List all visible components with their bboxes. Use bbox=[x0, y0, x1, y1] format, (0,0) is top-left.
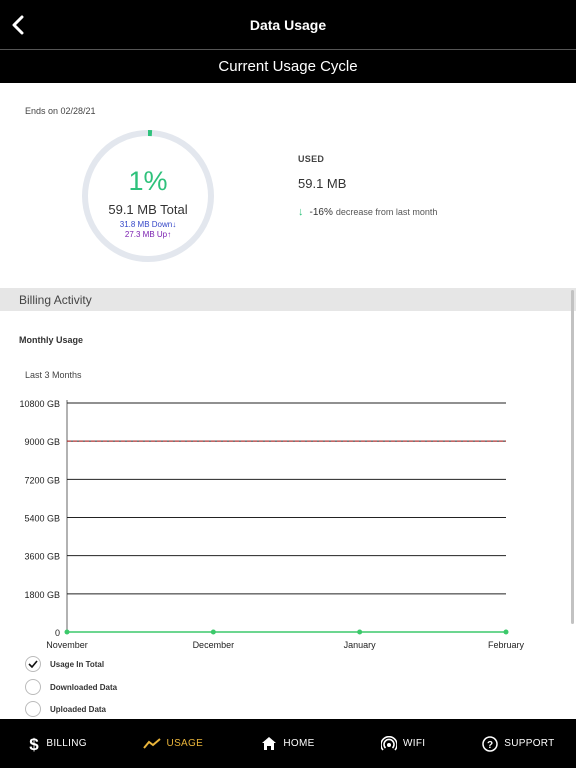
legend-label: Downloaded Data bbox=[50, 682, 118, 692]
y-tick-label: 9000 GB bbox=[24, 437, 60, 447]
arrow-down-icon: ↓ bbox=[298, 206, 304, 218]
legend-label: Uploaded Data bbox=[50, 704, 107, 714]
chevron-left-icon bbox=[12, 15, 24, 35]
svg-text:?: ? bbox=[487, 740, 493, 751]
y-tick-label: 1800 GB bbox=[24, 590, 60, 600]
tab-support[interactable]: ? SUPPORT bbox=[461, 719, 576, 768]
x-tick-label: November bbox=[46, 640, 88, 650]
tab-label: USAGE bbox=[166, 738, 204, 749]
used-value: 59.1 MB bbox=[298, 176, 347, 191]
legend-downloaded-data[interactable]: Downloaded Data bbox=[25, 679, 117, 695]
used-label: USED bbox=[298, 154, 325, 164]
tab-usage[interactable]: USAGE bbox=[115, 719, 230, 768]
download-amount: 31.8 MB Down↓ bbox=[80, 220, 216, 229]
data-point bbox=[210, 629, 216, 635]
usage-change: ↓ -16% decrease from last month bbox=[298, 206, 437, 218]
usage-ring-text: 1% 59.1 MB Total 31.8 MB Down↓ 27.3 MB U… bbox=[80, 128, 216, 264]
legend-usage-total[interactable]: Usage In Total bbox=[25, 656, 104, 672]
y-tick-label: 0 bbox=[55, 628, 60, 638]
tab-label: WIFI bbox=[403, 738, 426, 749]
tab-wifi[interactable]: WIFI bbox=[346, 719, 461, 768]
usage-chart: 10800 GB 9000 GB 7200 GB 5400 GB 3600 GB 1800… bbox=[19, 399, 525, 650]
usage-percent: 1% bbox=[128, 166, 168, 196]
page-title: Data Usage bbox=[249, 16, 327, 33]
upload-amount-text: 27.3 MB Up bbox=[124, 230, 168, 239]
y-tick-label: 10800 GB bbox=[19, 399, 60, 409]
legend-uploaded-data[interactable]: Uploaded Data bbox=[25, 701, 106, 717]
home-icon bbox=[261, 736, 277, 751]
arrow-down-icon: ↓ bbox=[172, 220, 177, 229]
data-point bbox=[64, 629, 70, 635]
top-navigation-bar: Data Usage bbox=[0, 0, 576, 49]
y-tick-label: 3600 GB bbox=[24, 552, 60, 562]
cycle-end-date: Ends on 02/28/21 bbox=[25, 106, 96, 116]
usage-total: 59.1 MB Total bbox=[108, 202, 188, 217]
help-icon: ? bbox=[482, 735, 499, 752]
trend-icon bbox=[142, 737, 161, 750]
arrow-up-icon: ↑ bbox=[167, 230, 172, 239]
back-button[interactable] bbox=[6, 12, 30, 38]
checkmark-icon bbox=[28, 660, 38, 668]
data-point bbox=[503, 629, 509, 635]
x-tick-label: February bbox=[488, 640, 525, 650]
download-amount-text: 31.8 MB Down bbox=[119, 220, 173, 229]
x-tick-label: January bbox=[344, 640, 377, 650]
usage-change-percent: -16% bbox=[309, 206, 333, 218]
legend-checkbox[interactable] bbox=[25, 701, 41, 717]
billing-activity-title: Billing Activity bbox=[19, 292, 92, 307]
usage-cycle-header: Current Usage Cycle bbox=[0, 50, 576, 83]
tab-label: HOME bbox=[283, 738, 315, 749]
legend-label: Usage In Total bbox=[50, 659, 105, 669]
tab-billing[interactable]: $ BILLING bbox=[0, 719, 115, 768]
tab-label: SUPPORT bbox=[504, 738, 555, 749]
svg-text:$: $ bbox=[30, 735, 40, 753]
tab-home[interactable]: HOME bbox=[230, 719, 345, 768]
billing-activity-header: Billing Activity bbox=[0, 288, 576, 311]
upload-amount: 27.3 MB Up↑ bbox=[80, 230, 216, 239]
range-label: Last 3 Months bbox=[25, 370, 82, 380]
legend-checkbox[interactable] bbox=[25, 679, 41, 695]
data-point bbox=[357, 629, 363, 635]
monthly-usage-label: Monthly Usage bbox=[19, 335, 84, 345]
y-tick-label: 7200 GB bbox=[24, 475, 60, 485]
y-tick-label: 5400 GB bbox=[24, 514, 60, 524]
bottom-tab-bar: $ BILLING USAGE HOME WIFI ? SUPPORT bbox=[0, 719, 576, 768]
legend-checkbox[interactable] bbox=[25, 656, 41, 672]
wifi-icon bbox=[381, 735, 398, 752]
tab-label: BILLING bbox=[46, 738, 87, 749]
dollar-icon: $ bbox=[28, 735, 40, 753]
x-tick-label: December bbox=[193, 640, 235, 650]
usage-change-text: decrease from last month bbox=[335, 207, 438, 217]
